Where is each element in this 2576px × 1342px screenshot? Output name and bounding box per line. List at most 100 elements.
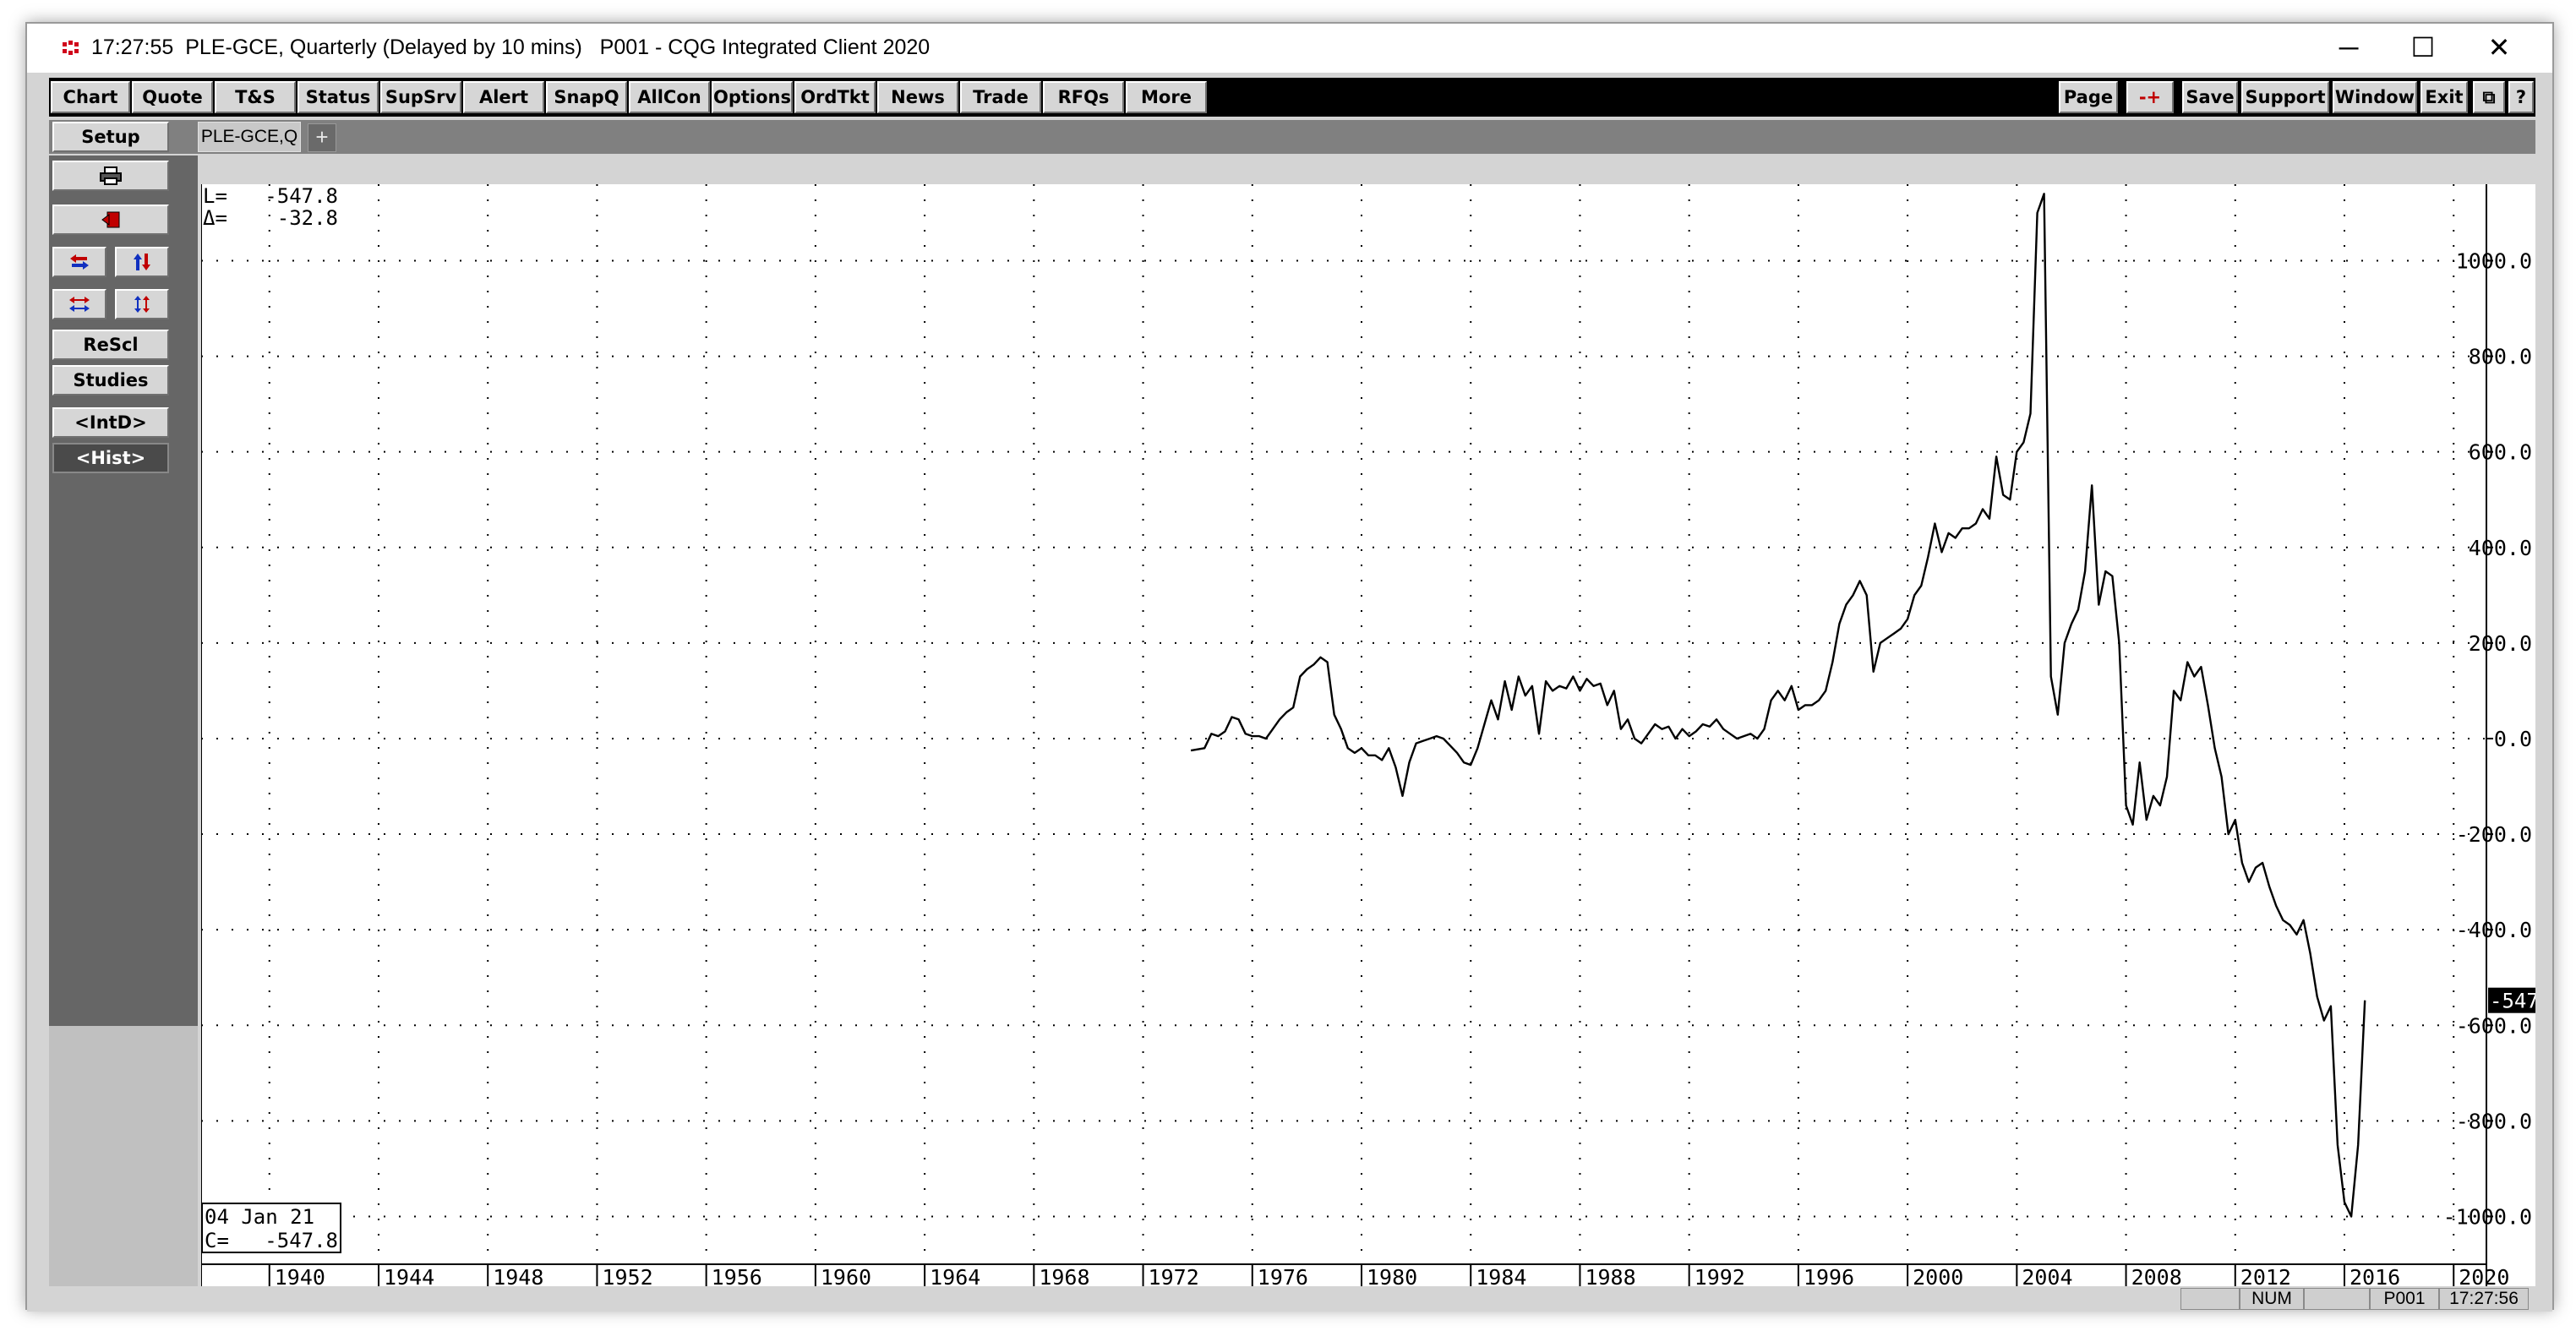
- y-tick-label: -200.0: [2456, 822, 2532, 847]
- x-tick-label: 1980: [1367, 1265, 1417, 1288]
- readout-delta-label: Δ=: [203, 206, 227, 230]
- last-price-value: -547.8: [2490, 990, 2535, 1013]
- rescale-button[interactable]: ReScl: [52, 330, 169, 360]
- support-button[interactable]: Support: [2241, 81, 2329, 113]
- menu-status-button[interactable]: Status: [297, 81, 379, 113]
- x-tick-label: 2008: [2131, 1265, 2182, 1288]
- cursor-close-value: -547.8: [265, 1229, 338, 1252]
- restore-window-icon[interactable]: ⧉: [2473, 81, 2505, 113]
- plus-minus-button[interactable]: -+: [2126, 81, 2174, 113]
- menu-chart-button[interactable]: Chart: [51, 81, 130, 113]
- y-axis: 1000.0 800.0 600.0 400.0 200.0 0.0 -200.0 -400.…: [2443, 184, 2532, 1288]
- chart-panel[interactable]: 1000.0 800.0 600.0 400.0 200.0 0.0 -200.0 -400.…: [200, 184, 2563, 1290]
- app-window: 17:27:55 PLE-GCE, Quarterly (Delayed by …: [25, 22, 2563, 1312]
- tab-ple-gce[interactable]: PLE-GCE,Q: [198, 122, 301, 152]
- y-tick-label: -400.0: [2456, 918, 2532, 942]
- cursor-info-box: 04 Jan 21 C= -547.8: [201, 1203, 341, 1253]
- x-tick-label: 1972: [1149, 1265, 1199, 1288]
- x-tick-label: 1992: [1695, 1265, 1745, 1288]
- menu-rfqs-button[interactable]: RFQs: [1043, 81, 1124, 113]
- status-blank-2: [2304, 1288, 2370, 1310]
- y-tick-label: 800.0: [2469, 345, 2532, 369]
- window-button[interactable]: Window: [2333, 81, 2417, 113]
- price-chart[interactable]: 1000.0 800.0 600.0 400.0 200.0 0.0 -200.0 -400.…: [200, 184, 2563, 1290]
- scroll-vertical-button[interactable]: [115, 247, 169, 277]
- x-tick-label: 2004: [2022, 1265, 2072, 1288]
- last-price-tag: -547.8: [2488, 987, 2563, 1013]
- readout-l-label: L=: [203, 184, 227, 208]
- status-page: P001: [2370, 1288, 2439, 1310]
- x-tick-label: 1956: [712, 1265, 762, 1288]
- menu-allcon-button[interactable]: AllCon: [629, 81, 710, 113]
- menu-ordtkt-button[interactable]: OrdTkt: [794, 81, 876, 113]
- chart-sidebar: [49, 155, 198, 1026]
- zoom-horizontal-button[interactable]: [52, 289, 106, 319]
- x-tick-label: 2012: [2240, 1265, 2291, 1288]
- exit-chart-button[interactable]: [52, 205, 169, 235]
- y-tick-label: 0.0: [2494, 727, 2532, 751]
- y-tick-label: -600.0: [2456, 1013, 2532, 1038]
- exit-button[interactable]: Exit: [2420, 81, 2468, 113]
- x-tick-label: 2020: [2459, 1265, 2509, 1288]
- price-series: [1190, 193, 2366, 1218]
- readout-delta-value: -32.8: [277, 206, 338, 230]
- x-tick-label: 1944: [384, 1265, 434, 1288]
- horizontal-arrows-icon: [70, 254, 89, 270]
- save-button[interactable]: Save: [2182, 81, 2238, 113]
- status-bar: NUM P001 17:27:56: [27, 1286, 2552, 1312]
- x-tick-label: 1968: [1039, 1265, 1089, 1288]
- title-time: 17:27:55: [91, 35, 174, 59]
- y-tick-label: -1000.0: [2443, 1204, 2532, 1229]
- studies-button[interactable]: Studies: [52, 365, 169, 396]
- menu-quote-button[interactable]: Quote: [132, 81, 213, 113]
- y-tick-label: 400.0: [2469, 536, 2532, 560]
- printer-icon: [100, 166, 122, 185]
- page-button[interactable]: Page: [2059, 81, 2118, 113]
- y-tick-label: -800.0: [2456, 1109, 2532, 1133]
- x-axis: 1940 1944 1948 1952 1956 1960 1964 1968 1972 1976…: [201, 1263, 2509, 1290]
- help-icon[interactable]: ?: [2508, 81, 2534, 113]
- x-tick-label: 1952: [602, 1265, 652, 1288]
- zoom-vertical-button[interactable]: [115, 289, 169, 319]
- menu-trade-button[interactable]: Trade: [960, 81, 1041, 113]
- x-tick-label: 1988: [1585, 1265, 1635, 1288]
- close-button[interactable]: ✕: [2470, 30, 2529, 64]
- menu-snapq-button[interactable]: SnapQ: [546, 81, 627, 113]
- menu-news-button[interactable]: News: [877, 81, 958, 113]
- x-tick-label: 2000: [1913, 1265, 1963, 1288]
- setup-button[interactable]: Setup: [52, 122, 169, 152]
- scroll-horizontal-button[interactable]: [52, 247, 106, 277]
- y-tick-label: 600.0: [2469, 440, 2532, 465]
- menu-more-button[interactable]: More: [1126, 81, 1207, 113]
- maximize-button[interactable]: ☐: [2393, 30, 2453, 64]
- add-tab-button[interactable]: +: [308, 123, 336, 152]
- cqg-app-icon: [61, 39, 81, 57]
- x-tick-label: 1964: [930, 1265, 980, 1288]
- menu-options-button[interactable]: Options: [712, 81, 793, 113]
- crosshair-readout: L= -547.8 Δ= -32.8: [203, 184, 338, 230]
- y-tick-label: 1000.0: [2456, 248, 2532, 273]
- historical-button[interactable]: <Hist>: [52, 443, 169, 473]
- intraday-button[interactable]: <IntD>: [52, 407, 169, 438]
- x-tick-label: 1996: [1804, 1265, 1854, 1288]
- toolbar: Chart Quote T&S Status SupSrv Alert Snap…: [49, 78, 2535, 117]
- status-time: 17:27:56: [2439, 1288, 2529, 1310]
- minimize-button[interactable]: ─: [2319, 30, 2378, 64]
- status-blank: [2180, 1288, 2240, 1310]
- y-tick-label: 200.0: [2469, 631, 2532, 656]
- price-line: [1190, 193, 2366, 1218]
- title-caption: PLE-GCE, Quarterly (Delayed by 10 mins) …: [185, 35, 931, 59]
- zoom-horizontal-icon: [69, 297, 90, 312]
- menu-alert-button[interactable]: Alert: [463, 81, 544, 113]
- title-bar: 17:27:55 PLE-GCE, Quarterly (Delayed by …: [27, 24, 2552, 73]
- x-tick-label: 1940: [275, 1265, 325, 1288]
- cursor-close-label: C=: [205, 1229, 229, 1252]
- menu-ts-button[interactable]: T&S: [215, 81, 296, 113]
- print-button[interactable]: [52, 161, 169, 191]
- status-num: NUM: [2240, 1288, 2304, 1310]
- x-tick-label: 1976: [1258, 1265, 1308, 1288]
- x-tick-label: 1984: [1476, 1265, 1526, 1288]
- x-tick-label: 1948: [493, 1265, 543, 1288]
- menu-supsrv-button[interactable]: SupSrv: [380, 81, 461, 113]
- sidebar-empty-area: [49, 1026, 198, 1288]
